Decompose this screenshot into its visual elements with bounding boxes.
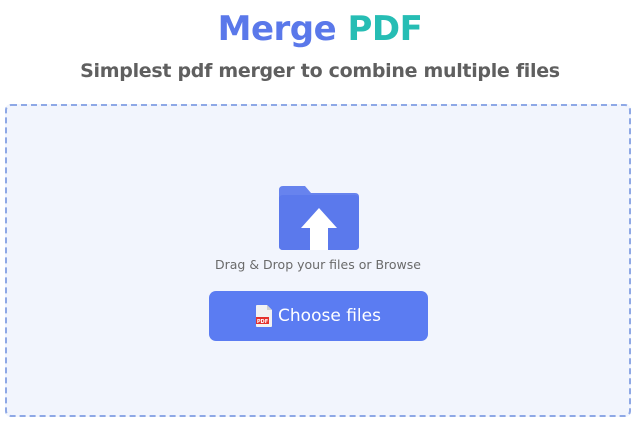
file-dropzone[interactable]: Drag & Drop your files or Browse PDF Cho… xyxy=(5,104,631,417)
drag-drop-hint: Drag & Drop your files or Browse xyxy=(215,257,421,272)
title-merge: Merge xyxy=(217,9,337,49)
choose-files-label: Choose files xyxy=(278,306,381,326)
page-title: Merge PDF xyxy=(0,6,640,52)
pdf-icon-text: PDF xyxy=(257,319,268,325)
merge-pdf-page: Merge PDF Simplest pdf merger to combine… xyxy=(0,0,640,426)
choose-files-button[interactable]: PDF Choose files xyxy=(209,291,428,341)
folder-upload-icon xyxy=(279,186,359,250)
page-subtitle: Simplest pdf merger to combine multiple … xyxy=(80,60,560,82)
title-pdf: PDF xyxy=(347,9,423,49)
pdf-file-icon: PDF xyxy=(256,305,273,327)
